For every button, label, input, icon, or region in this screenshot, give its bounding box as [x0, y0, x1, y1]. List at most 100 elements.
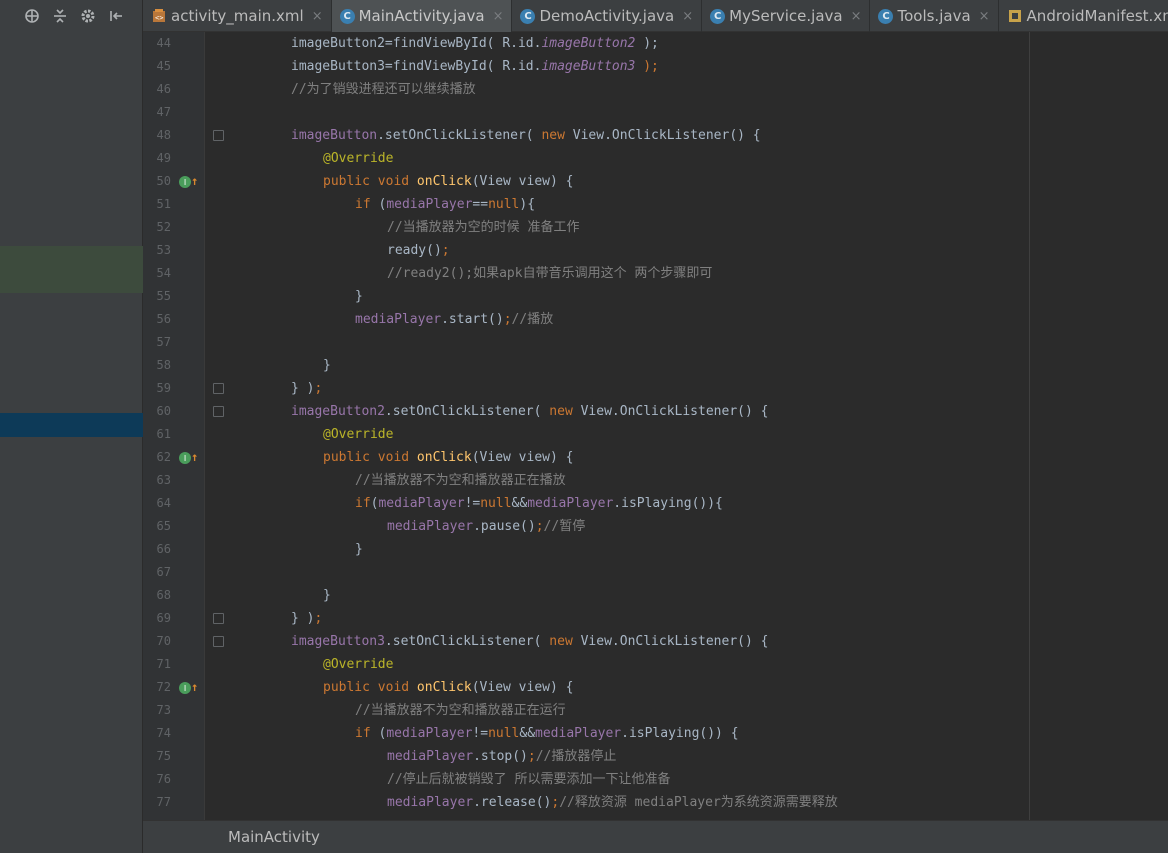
code-token: ;	[441, 243, 450, 258]
code-line[interactable]: 44 imageButton2=findViewById( R.id.imageB…	[143, 32, 1168, 55]
code-token: //停止后就被销毁了 所以需要添加一下让他准备	[387, 772, 671, 787]
breadcrumb-class[interactable]: MainActivity	[228, 828, 320, 846]
line-number: 46	[156, 82, 171, 96]
tree-row-selected[interactable]	[0, 413, 143, 437]
override-arrow-icon[interactable]: ↑	[191, 170, 198, 193]
code-token: ;	[314, 381, 323, 396]
implements-icon[interactable]: I	[179, 176, 191, 188]
code-line[interactable]: 49 @Override	[143, 147, 1168, 170]
close-icon[interactable]: ×	[682, 9, 693, 24]
code-line[interactable]: 61 @Override	[143, 423, 1168, 446]
implements-icon[interactable]: I	[179, 682, 191, 694]
code-text: mediaPlayer.start();//播放	[355, 308, 553, 331]
code-line[interactable]: 53 ready();	[143, 239, 1168, 262]
code-text: imageButton2=findViewById( R.id.imageBut…	[291, 32, 659, 55]
fold-marker-icon[interactable]	[213, 383, 224, 394]
code-line[interactable]: 57	[143, 331, 1168, 354]
code-line[interactable]: 59 } );	[143, 377, 1168, 400]
code-token: (View view) {	[471, 450, 574, 465]
fold-marker-icon[interactable]	[213, 613, 224, 624]
code-token: imageButton2	[291, 404, 385, 419]
fold-marker-icon[interactable]	[213, 130, 224, 141]
tab-myservice-java[interactable]: C MyService.java ×	[702, 0, 871, 32]
code-line[interactable]: 76 //停止后就被销毁了 所以需要添加一下让他准备	[143, 768, 1168, 791]
code-token: mediaPlayer	[386, 726, 473, 741]
gear-icon[interactable]	[80, 8, 96, 24]
line-number: 74	[156, 726, 171, 740]
code-line[interactable]: 55}	[143, 285, 1168, 308]
project-panel[interactable]	[0, 0, 143, 853]
override-arrow-icon[interactable]: ↑	[191, 676, 198, 699]
code-editor[interactable]: 44 imageButton2=findViewById( R.id.imageB…	[143, 32, 1168, 820]
code-line[interactable]: 68}	[143, 584, 1168, 607]
line-number: 55	[156, 289, 171, 303]
line-number: 47	[156, 105, 171, 119]
code-token: ==	[472, 197, 489, 212]
tab-androidmanifest-xm[interactable]: AndroidManifest.xm	[999, 0, 1168, 32]
code-text: //停止后就被销毁了 所以需要添加一下让他准备	[387, 768, 670, 791]
code-line[interactable]: 60 imageButton2.setOnClickListener( new V…	[143, 400, 1168, 423]
code-token: ;	[503, 312, 512, 327]
close-icon[interactable]: ×	[979, 9, 990, 24]
line-number: 59	[156, 381, 171, 395]
code-line[interactable]: 77 mediaPlayer.release();//释放资源 mediaPlay…	[143, 791, 1168, 814]
code-line[interactable]: 54 //ready2();如果apk自带音乐调用这个 两个步骤即可	[143, 262, 1168, 285]
code-text: }	[323, 584, 331, 607]
locate-icon[interactable]	[24, 8, 40, 24]
code-line[interactable]: 48 imageButton.setOnClickListener( new Vi…	[143, 124, 1168, 147]
code-line[interactable]: 58}	[143, 354, 1168, 377]
code-line[interactable]: 75 mediaPlayer.stop();//播放器停止	[143, 745, 1168, 768]
code-token: } )	[291, 381, 315, 396]
implements-icon[interactable]: I	[179, 452, 191, 464]
code-line[interactable]: 47	[143, 101, 1168, 124]
tab-demoactivity-java[interactable]: C DemoActivity.java ×	[512, 0, 703, 32]
code-token: }	[355, 289, 363, 304]
code-line[interactable]: 72 I ↑ public void onClick(View view) {	[143, 676, 1168, 699]
hide-panel-icon[interactable]	[108, 8, 124, 24]
code-line[interactable]: 56 mediaPlayer.start();//播放	[143, 308, 1168, 331]
code-line[interactable]: 51 if (mediaPlayer==null){	[143, 193, 1168, 216]
code-token: //ready2();如果apk自带音乐调用这个 两个步骤即可	[387, 266, 713, 281]
code-line[interactable]: 50 I ↑ public void onClick(View view) {	[143, 170, 1168, 193]
code-token: ready()	[387, 243, 442, 258]
code-line[interactable]: 67	[143, 561, 1168, 584]
breadcrumb-bar[interactable]: MainActivity	[143, 820, 1168, 853]
class-icon: C	[339, 8, 355, 24]
code-line[interactable]: 46 //为了销毁进程还可以继续播放	[143, 78, 1168, 101]
code-line[interactable]: 63 //当播放器不为空和播放器正在播放	[143, 469, 1168, 492]
tab-label: Tools.java	[897, 7, 971, 25]
code-line[interactable]: 66}	[143, 538, 1168, 561]
line-number: 60	[156, 404, 171, 418]
code-token: !=	[464, 496, 481, 511]
tab-mainactivity-java[interactable]: C MainActivity.java ×	[331, 0, 513, 32]
code-token: if	[355, 726, 379, 741]
close-icon[interactable]: ×	[493, 9, 504, 24]
code-line[interactable]: 64 if(mediaPlayer!=null&&mediaPlayer.isPl…	[143, 492, 1168, 515]
code-text: if(mediaPlayer!=null&&mediaPlayer.isPlay…	[355, 492, 723, 515]
code-line[interactable]: 73 //当播放器不为空和播放器正在运行	[143, 699, 1168, 722]
close-icon[interactable]: ×	[312, 9, 323, 24]
code-token: onClick	[416, 174, 472, 189]
code-line[interactable]: 71 @Override	[143, 653, 1168, 676]
line-number: 53	[156, 243, 171, 257]
fold-marker-icon[interactable]	[213, 636, 224, 647]
tree-row-highlight[interactable]	[0, 246, 143, 293]
line-number: 61	[156, 427, 171, 441]
close-icon[interactable]: ×	[851, 9, 862, 24]
code-token: .setOnClickListener(	[377, 128, 542, 143]
code-token: imageButton	[291, 128, 378, 143]
fold-marker-icon[interactable]	[213, 406, 224, 417]
code-token: ;	[527, 749, 536, 764]
tab-activity-main-xml[interactable]: <> activity_main.xml ×	[143, 0, 332, 32]
line-number: 73	[156, 703, 171, 717]
code-line[interactable]: 74 if (mediaPlayer!=null&&mediaPlayer.isP…	[143, 722, 1168, 745]
code-line[interactable]: 62 I ↑ public void onClick(View view) {	[143, 446, 1168, 469]
code-line[interactable]: 45 imageButton3=findViewById( R.id.imageB…	[143, 55, 1168, 78]
collapse-all-icon[interactable]	[52, 8, 68, 24]
code-line[interactable]: 69} );	[143, 607, 1168, 630]
code-line[interactable]: 70 imageButton3.setOnClickListener( new V…	[143, 630, 1168, 653]
tab-tools-java[interactable]: C Tools.java ×	[870, 0, 999, 32]
override-arrow-icon[interactable]: ↑	[191, 446, 198, 469]
code-line[interactable]: 52 //当播放器为空的时候 准备工作	[143, 216, 1168, 239]
code-line[interactable]: 65 mediaPlayer.pause();//暂停	[143, 515, 1168, 538]
